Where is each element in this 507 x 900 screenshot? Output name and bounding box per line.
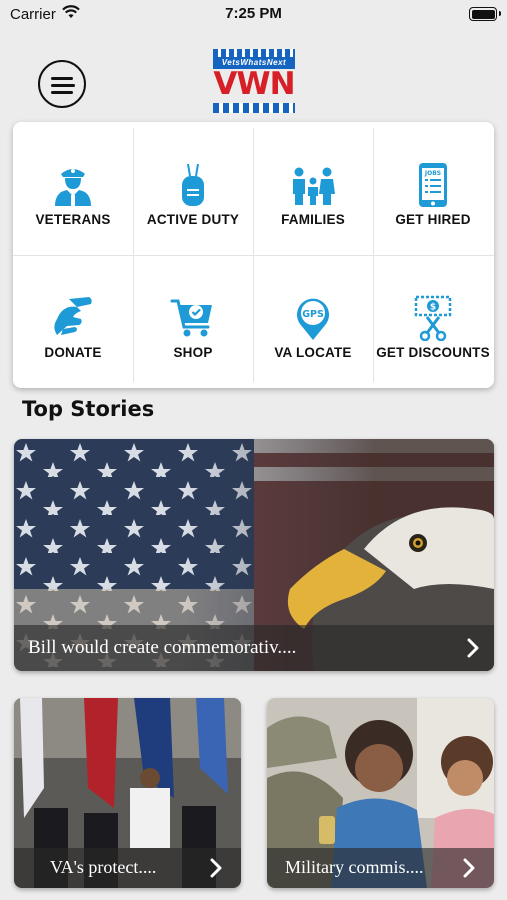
tile-label: FAMILIES bbox=[281, 212, 345, 227]
battery-icon bbox=[469, 7, 501, 21]
tile-label: GET HIRED bbox=[395, 212, 471, 227]
tile-donate[interactable]: DONATE bbox=[13, 255, 133, 388]
donate-hand-icon bbox=[54, 297, 92, 335]
tile-veterans[interactable]: VETERANS bbox=[13, 122, 133, 255]
hamburger-icon bbox=[51, 77, 73, 80]
story-card-featured[interactable]: Bill would create commemorativ.... bbox=[14, 439, 494, 671]
chevron-right-icon bbox=[467, 638, 479, 658]
tile-label: ACTIVE DUTY bbox=[146, 212, 240, 227]
chevron-right-icon bbox=[463, 858, 475, 878]
story-card[interactable]: Military commis.... bbox=[267, 698, 494, 888]
tile-label: VETERANS bbox=[35, 212, 111, 227]
menu-button[interactable] bbox=[38, 60, 86, 108]
tile-get-discounts[interactable]: $ GET DISCOUNTS bbox=[373, 255, 493, 388]
tile-get-hired[interactable]: JOBS GET HIRED bbox=[373, 122, 493, 255]
story-caption-bar: VA's protect.... bbox=[14, 848, 241, 888]
story-caption-bar: Military commis.... bbox=[267, 848, 494, 888]
tile-label: DONATE bbox=[44, 345, 102, 360]
tile-active-duty[interactable]: ACTIVE DUTY bbox=[133, 122, 253, 255]
tile-label: VA LOCATE bbox=[274, 345, 352, 360]
tile-label: SHOP bbox=[173, 345, 213, 360]
app-logo: VetsWhatsNext VWN bbox=[213, 49, 296, 123]
status-bar: Carrier 7:25 PM bbox=[0, 0, 507, 28]
story-card[interactable]: VA's protect.... bbox=[14, 698, 241, 888]
category-grid: VETERANS ACTIVE DUTY FAMILIES JOBS GET H… bbox=[13, 122, 494, 388]
clock: 7:25 PM bbox=[225, 5, 282, 22]
tile-families[interactable]: FAMILIES bbox=[253, 122, 373, 255]
story-caption: Military commis.... bbox=[285, 857, 424, 877]
tile-label: GET DISCOUNTS bbox=[376, 345, 490, 360]
tile-shop[interactable]: SHOP bbox=[133, 255, 253, 388]
gps-pin-icon: GPS bbox=[297, 298, 329, 340]
section-title: Top Stories bbox=[22, 397, 155, 421]
svg-text:GPS: GPS bbox=[302, 309, 324, 320]
cart-icon bbox=[170, 299, 212, 337]
tile-va-locate[interactable]: GPS VA LOCATE bbox=[253, 255, 373, 388]
svg-text:JOBS: JOBS bbox=[424, 170, 441, 177]
story-caption: Bill would create commemorativ.... bbox=[28, 637, 297, 658]
family-icon bbox=[293, 167, 335, 205]
coupon-icon: $ bbox=[414, 295, 452, 341]
jobs-phone-icon: JOBS bbox=[419, 163, 447, 207]
logo-text: VWN bbox=[213, 66, 295, 102]
soldier-icon bbox=[55, 169, 91, 206]
dog-tag-icon bbox=[182, 163, 204, 206]
chevron-right-icon bbox=[210, 858, 222, 878]
story-caption: VA's protect.... bbox=[50, 857, 157, 877]
svg-text:$: $ bbox=[430, 303, 436, 313]
story-caption-bar: Bill would create commemorativ.... bbox=[14, 625, 494, 671]
